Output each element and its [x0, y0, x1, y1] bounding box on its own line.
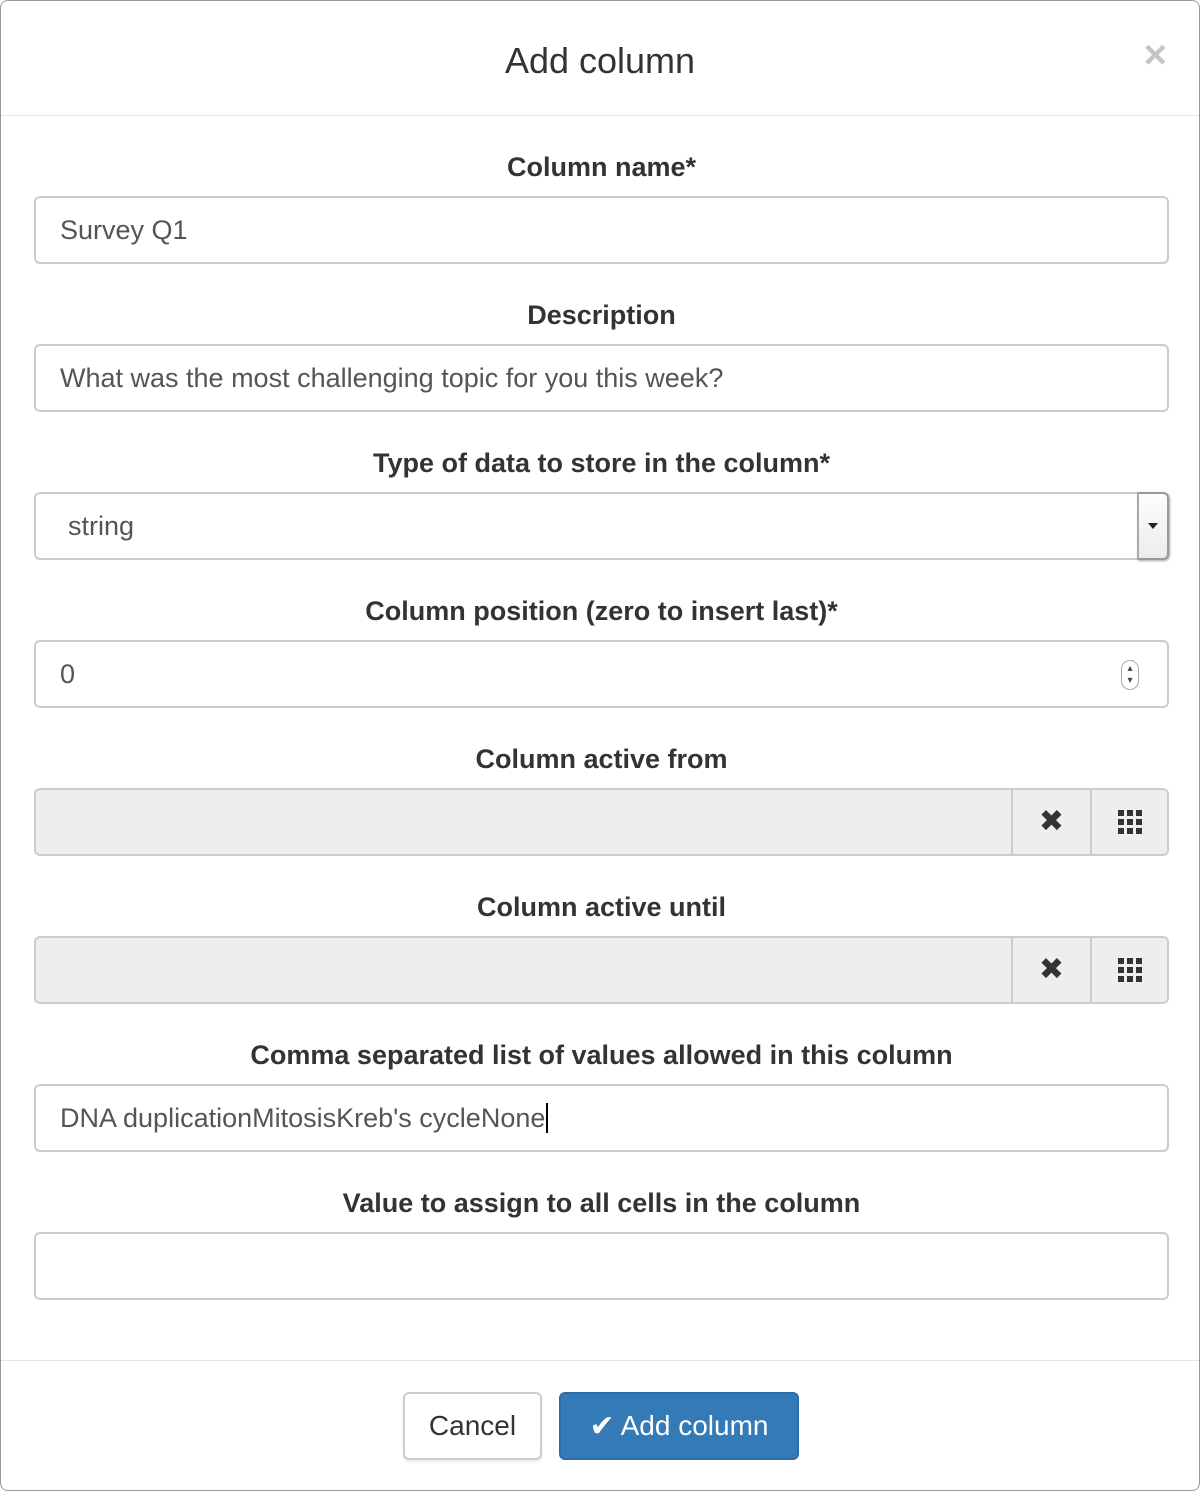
cancel-button[interactable]: Cancel [403, 1392, 542, 1460]
check-icon: ✔ [589, 1409, 615, 1443]
initial-value-input[interactable] [34, 1232, 1169, 1300]
close-icon: ✖ [1038, 953, 1065, 986]
modal-title: Add column [504, 40, 696, 81]
description-group: Description What was the most challengin… [34, 299, 1169, 412]
active-until-input[interactable] [36, 938, 1011, 1002]
active-until-group: Column active until ✖ [34, 891, 1169, 1004]
position-value: 0 [60, 658, 76, 689]
chevron-down-icon[interactable] [1137, 492, 1169, 560]
column-name-input[interactable]: Survey Q1 [34, 196, 1169, 264]
active-from-clear-button[interactable]: ✖ [1011, 790, 1090, 854]
data-type-group: Type of data to store in the column* str… [34, 447, 1169, 560]
add-column-modal: Add column × Column name* Survey Q1 Desc… [0, 0, 1200, 1491]
modal-footer: Cancel ✔ Add column [1, 1360, 1199, 1490]
position-label: Column position (zero to insert last)* [365, 596, 838, 626]
active-until-input-group: ✖ [34, 936, 1169, 1004]
active-until-clear-button[interactable]: ✖ [1011, 938, 1090, 1002]
calendar-grid-icon [1117, 958, 1142, 982]
allowed-values-label: Comma separated list of values allowed i… [250, 1040, 953, 1070]
add-column-button-label: Add column [620, 1410, 769, 1441]
position-input[interactable]: 0 ▴ ▾ [34, 640, 1169, 708]
active-until-label: Column active until [476, 892, 727, 922]
description-input[interactable]: What was the most challenging topic for … [34, 344, 1169, 412]
active-until-calendar-button[interactable] [1090, 938, 1167, 1002]
active-from-label: Column active from [475, 744, 728, 774]
column-name-group: Column name* Survey Q1 [34, 151, 1169, 264]
close-button[interactable]: × [1144, 35, 1167, 75]
data-type-label: Type of data to store in the column* [372, 448, 831, 478]
text-caret [546, 1103, 549, 1133]
active-from-input-group: ✖ [34, 788, 1169, 856]
allowed-values-value: DNA duplicationMitosisKreb's cycleNone [60, 1102, 546, 1133]
initial-value-group: Value to assign to all cells in the colu… [34, 1187, 1169, 1300]
data-type-select[interactable]: string [34, 492, 1169, 560]
allowed-values-group: Comma separated list of values allowed i… [34, 1039, 1169, 1152]
data-type-value: string [68, 510, 135, 541]
allowed-values-input[interactable]: DNA duplicationMitosisKreb's cycleNone [34, 1084, 1169, 1152]
description-label: Description [527, 300, 676, 330]
number-stepper-icon[interactable]: ▴ ▾ [1121, 660, 1139, 690]
active-from-input[interactable] [36, 790, 1011, 854]
position-group: Column position (zero to insert last)* 0… [34, 595, 1169, 708]
add-column-button[interactable]: ✔ Add column [559, 1392, 799, 1460]
initial-value-label: Value to assign to all cells in the colu… [342, 1188, 861, 1218]
description-value: What was the most challenging topic for … [60, 362, 724, 393]
modal-header: Add column × [1, 1, 1199, 116]
active-from-calendar-button[interactable] [1090, 790, 1167, 854]
calendar-grid-icon [1117, 810, 1142, 834]
column-name-label: Column name* [506, 152, 697, 182]
close-icon: ✖ [1038, 805, 1065, 838]
active-from-group: Column active from ✖ [34, 743, 1169, 856]
column-name-value: Survey Q1 [60, 214, 188, 245]
